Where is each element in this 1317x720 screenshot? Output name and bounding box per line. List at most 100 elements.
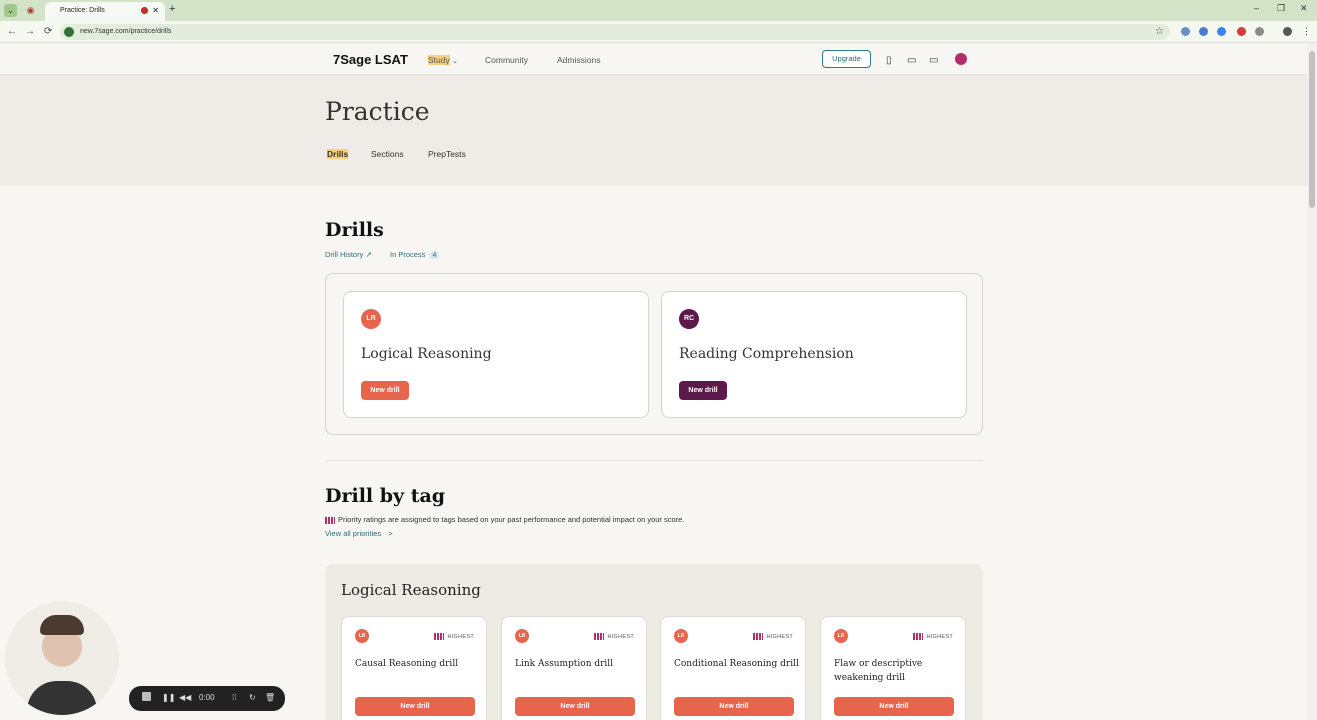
grid-icon[interactable]: ⁞⁞ [232,693,236,702]
recording-indicator-icon [141,7,148,14]
site-info-icon[interactable] [64,27,74,37]
new-drill-button[interactable]: New drill [355,697,475,716]
chevron-right-icon: > [388,529,393,538]
priority-text: HIGHEST [607,633,634,640]
lr-icon: LR [361,309,381,329]
browser-tab-bar: ⌄ ◉ Practice: Drills ✕ + – ❐ ✕ [0,0,1317,21]
view-all-priorities-link[interactable]: View all priorities > [325,529,393,538]
stop-icon[interactable] [142,692,151,701]
tag-panel-logical-reasoning: Logical Reasoning LR HIGHEST Causal Reas… [325,564,983,720]
drill-history-label: Drill History [325,250,364,259]
url-text: new.7sage.com/practice/drills [80,28,172,35]
back-icon[interactable]: ← [7,26,17,37]
extension-icon[interactable] [1181,27,1190,36]
extension-icon[interactable] [1237,27,1246,36]
view-all-priorities-label: View all priorities [325,529,382,538]
in-process-link[interactable]: In Process 4 [390,250,440,259]
drill-card-rc: RC Reading Comprehension New drill [661,291,967,418]
upgrade-button[interactable]: Upgrade [822,50,871,68]
recording-controls: ❚❚ ◀◀ 0:00 ⁞⁞ ↻ 🗑 [129,686,285,711]
priority-note-text: Priority ratings are assigned to tags ba… [338,515,685,524]
new-tab-button[interactable]: + [169,3,175,15]
tag-name: Link Assumption drill [515,659,614,669]
page-scrollbar[interactable] [1307,43,1317,720]
extensions-puzzle-icon[interactable] [1255,27,1264,36]
feedback-icon[interactable]: ▭ [929,55,938,66]
recording-time: 0:00 [199,693,215,702]
document-icon[interactable]: ▯ [886,55,892,66]
tab-search-icon[interactable]: ⌄ [4,4,17,17]
new-drill-button[interactable]: New drill [361,381,409,400]
priority-label: HIGHEST [913,633,953,640]
pause-icon[interactable]: ❚❚ [162,693,175,702]
tag-name: Flaw or descriptive weakening drill [834,659,923,683]
nav-admissions[interactable]: Admissions [557,55,600,65]
tab-preptests[interactable]: PrepTests [428,149,466,159]
priority-bars-icon [325,516,335,524]
priority-label: HIGHEST [753,633,793,640]
browser-tab[interactable]: Practice: Drills ✕ [45,2,165,21]
lr-icon: LR [674,629,688,643]
external-link-icon: ↗ [365,250,372,259]
reload-icon[interactable]: ⟳ [44,26,52,37]
lr-icon: LR [515,629,529,643]
priority-text: HIGHEST [926,633,953,640]
practice-hero: Practice Drills Sections PrepTests [0,75,1307,186]
address-bar-row: ← → ⟳ new.7sage.com/practice/drills ☆ [0,21,1317,43]
rewind-icon[interactable]: ◀◀ [179,693,191,702]
scrollbar-thumb[interactable] [1309,51,1315,208]
drill-card-title: Reading Comprehension [679,346,854,362]
tab-drills-label: Drills [327,149,349,159]
tag-name: Causal Reasoning drill [355,659,459,669]
record-icon[interactable]: ◉ [24,4,37,17]
delete-icon[interactable]: 🗑 [265,693,275,702]
close-tab-icon[interactable]: ✕ [152,2,159,19]
extension-icon[interactable] [1199,27,1208,36]
restart-icon[interactable]: ↻ [249,693,256,702]
drill-by-tag-title: Drill by tag [325,485,446,507]
extension-icon[interactable] [1217,27,1226,36]
tab-drills[interactable]: Drills [327,149,349,159]
drill-history-link[interactable]: Drill History ↗ [325,250,372,259]
webcam-person-shirt [27,681,97,715]
drills-title: Drills [325,219,384,241]
webcam-overlay [5,601,119,715]
new-drill-button[interactable]: New drill [679,381,727,400]
site-logo[interactable]: 7Sage LSAT [333,52,408,67]
page-title: Practice [325,97,430,126]
nav-study[interactable]: Study ⌄ [428,55,458,65]
profile-icon[interactable] [1283,27,1292,36]
tag-name: Conditional Reasoning drill [674,659,799,669]
in-process-label: In Process [390,250,426,259]
priority-bars-icon [434,633,445,640]
bookmark-star-icon[interactable]: ☆ [1155,26,1164,37]
restore-icon[interactable]: ❐ [1277,3,1285,14]
tag-card: LR HIGHEST Link Assumption drill New dri… [501,616,647,720]
priority-text: HIGHEST [447,633,474,640]
tab-sections[interactable]: Sections [371,149,404,159]
new-drill-button[interactable]: New drill [674,697,794,716]
minimize-icon[interactable]: – [1254,3,1259,13]
forward-icon[interactable]: → [25,26,35,37]
new-drill-button[interactable]: New drill [834,697,954,716]
nav-study-label: Study [428,55,450,65]
drill-card-lr: LR Logical Reasoning New drill [343,291,649,418]
divider [325,460,983,461]
nav-community[interactable]: Community [485,55,528,65]
priority-bars-icon [594,633,605,640]
priority-label: HIGHEST [434,633,474,640]
new-drill-button[interactable]: New drill [515,697,635,716]
priority-label: HIGHEST [594,633,634,640]
tag-card: LR HIGHEST Flaw or descriptive weakening… [820,616,966,720]
lr-icon: LR [355,629,369,643]
browser-menu-icon[interactable]: ⋮ [1302,26,1311,37]
chat-icon[interactable]: ▭ [907,55,916,66]
avatar[interactable] [955,53,967,65]
priority-note: Priority ratings are assigned to tags ba… [325,515,684,524]
url-field[interactable]: new.7sage.com/practice/drills [60,24,1170,40]
site-header: 7Sage LSAT Study ⌄ Community Admissions … [0,43,1307,75]
tag-card: LR HIGHEST Causal Reasoning drill New dr… [341,616,487,720]
close-window-icon[interactable]: ✕ [1300,3,1308,14]
rc-icon: RC [679,309,699,329]
in-process-count-badge: 4 [429,252,440,259]
